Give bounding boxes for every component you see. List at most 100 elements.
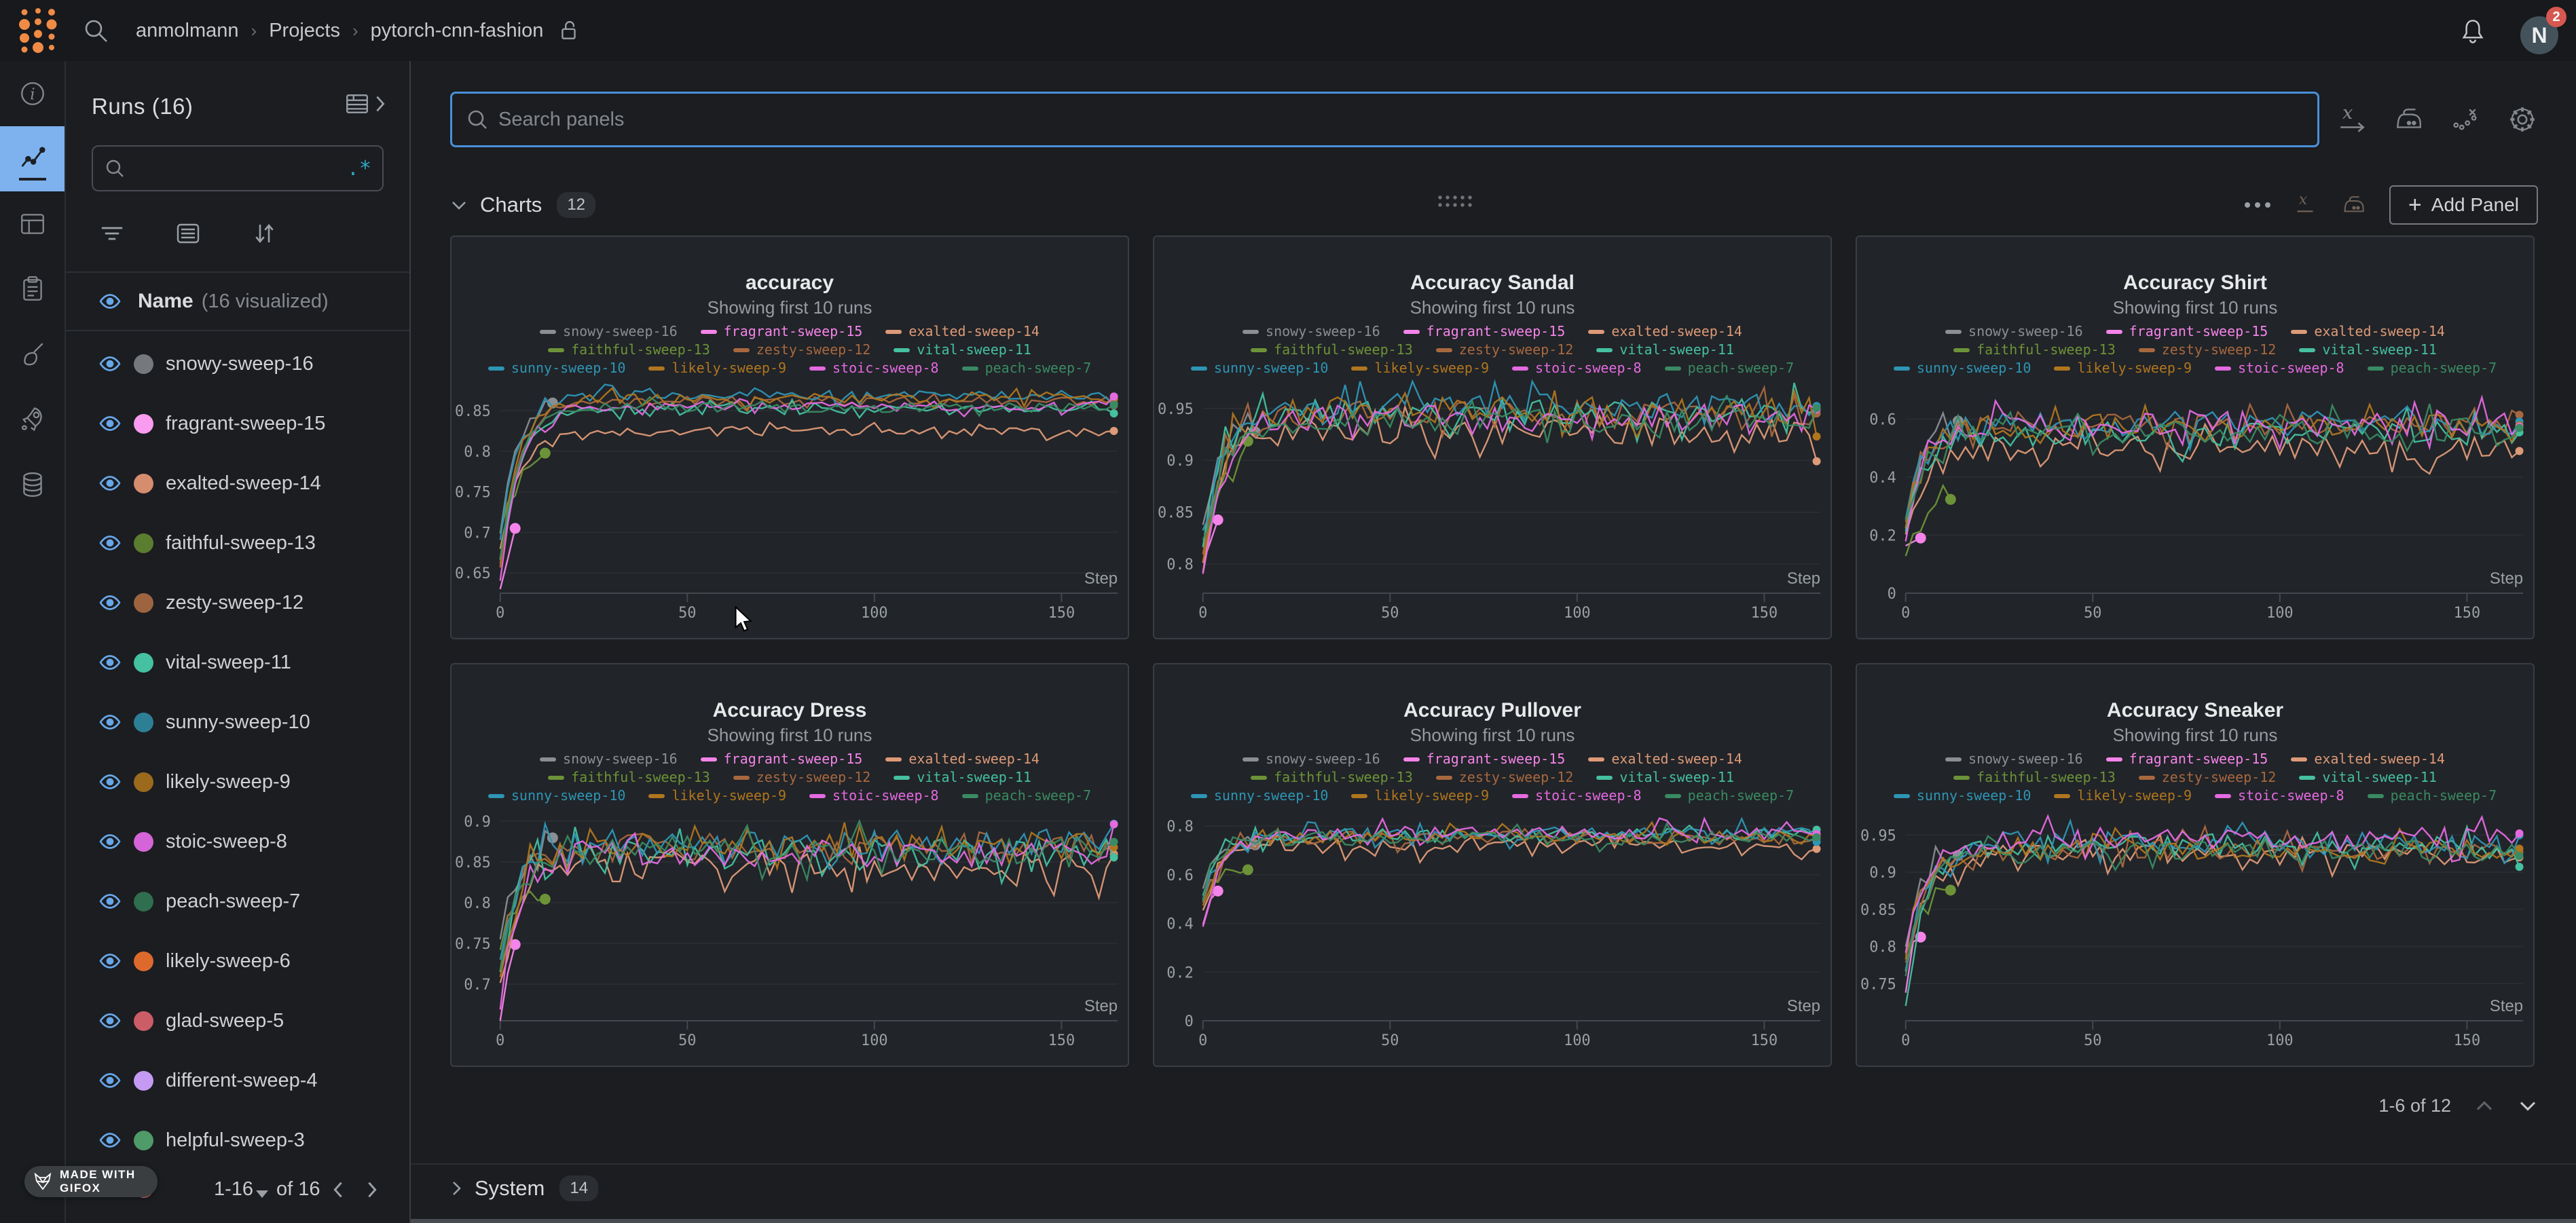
section-smoothing-icon[interactable] (2342, 193, 2366, 217)
legend-item[interactable]: zesty-sweep-12 (1436, 768, 1574, 787)
run-name-label[interactable]: faithful-sweep-13 (166, 532, 316, 554)
add-panel-button[interactable]: + Add Panel (2389, 185, 2538, 225)
legend-item[interactable]: fragrant-sweep-15 (2106, 322, 2268, 341)
run-name-label[interactable]: stoic-sweep-8 (166, 831, 287, 853)
legend-item[interactable]: peach-sweep-7 (1665, 787, 1795, 805)
chart-plot-area[interactable]: 0.70.750.80.850.9050100150Step (452, 805, 1128, 1066)
run-name-label[interactable]: fragrant-sweep-15 (166, 413, 325, 435)
chart-plot-area[interactable]: 0.750.80.850.90.95050100150Step (1857, 805, 2533, 1066)
run-row[interactable]: peach-sweep-7 (66, 871, 409, 931)
legend-item[interactable]: vital-sweep-11 (894, 768, 1031, 787)
visibility-eye-icon[interactable] (97, 474, 124, 492)
run-row[interactable]: zesty-sweep-12 (66, 573, 409, 633)
run-row[interactable]: glad-sweep-5 (66, 991, 409, 1051)
charts-collapse-chevron-icon[interactable] (450, 199, 468, 211)
charts-next-page-chevron-icon[interactable] (2518, 1099, 2538, 1112)
run-row[interactable]: stoic-sweep-8 (66, 812, 409, 871)
legend-item[interactable]: exalted-sweep-14 (1588, 750, 1742, 768)
runs-page-range[interactable]: 1-16 (214, 1178, 253, 1201)
legend-item[interactable]: likely-sweep-9 (648, 359, 786, 377)
run-row[interactable]: sunny-sweep-10 (66, 692, 409, 752)
x-axis-settings-icon[interactable]: x (2338, 105, 2367, 134)
global-search-icon[interactable] (81, 16, 110, 45)
system-section-title[interactable]: System (475, 1176, 545, 1201)
chart-panel[interactable]: Accuracy DressShowing first 10 runssnowy… (450, 663, 1129, 1067)
regex-toggle[interactable]: .* (347, 157, 371, 181)
settings-gear-icon[interactable] (2507, 104, 2538, 135)
legend-item[interactable]: likely-sweep-9 (1351, 787, 1489, 805)
chart-panel[interactable]: Accuracy SneakerShowing first 10 runssno… (1856, 663, 2535, 1067)
legend-item[interactable]: vital-sweep-11 (894, 341, 1031, 359)
legend-item[interactable]: zesty-sweep-12 (733, 768, 871, 787)
run-name-label[interactable]: helpful-sweep-3 (166, 1129, 305, 1152)
legend-item[interactable]: snowy-sweep-16 (540, 750, 678, 768)
visibility-eye-icon[interactable] (97, 773, 124, 791)
run-row[interactable]: fragrant-sweep-15 (66, 394, 409, 453)
run-row[interactable]: snowy-sweep-16 (66, 334, 409, 394)
run-name-label[interactable]: peach-sweep-7 (166, 890, 300, 913)
expand-table-chevron-icon[interactable] (373, 94, 388, 114)
visibility-eye-icon[interactable] (97, 415, 124, 432)
runs-search-input[interactable] (126, 157, 347, 179)
run-name-label[interactable]: snowy-sweep-16 (166, 353, 314, 375)
filter-icon[interactable] (100, 222, 124, 245)
chart-panel[interactable]: Accuracy SandalShowing first 10 runssnow… (1153, 236, 1832, 639)
legend-item[interactable]: sunny-sweep-10 (1191, 359, 1329, 377)
remove-outliers-icon[interactable] (2451, 105, 2480, 134)
group-list-icon[interactable] (176, 222, 200, 245)
legend-item[interactable]: exalted-sweep-14 (2291, 750, 2445, 768)
rail-item-launch[interactable] (0, 387, 65, 452)
notifications-bell-icon[interactable] (2459, 18, 2486, 46)
visibility-eye-icon[interactable] (97, 355, 124, 373)
legend-item[interactable]: stoic-sweep-8 (1512, 359, 1642, 377)
legend-item[interactable]: likely-sweep-9 (2054, 787, 2192, 805)
legend-item[interactable]: snowy-sweep-16 (1243, 322, 1380, 341)
charts-prev-page-chevron-icon[interactable] (2474, 1099, 2495, 1112)
legend-item[interactable]: stoic-sweep-8 (2215, 787, 2344, 805)
breadcrumb-item[interactable]: Projects (269, 20, 340, 42)
legend-item[interactable]: vital-sweep-11 (1596, 341, 1734, 359)
legend-item[interactable]: peach-sweep-7 (2368, 359, 2497, 377)
legend-item[interactable]: zesty-sweep-12 (1436, 341, 1574, 359)
visibility-eye-icon[interactable] (97, 534, 124, 552)
legend-item[interactable]: faithful-sweep-13 (1251, 341, 1413, 359)
rail-item-sweeps[interactable] (0, 322, 65, 387)
legend-item[interactable]: peach-sweep-7 (962, 359, 1092, 377)
legend-item[interactable]: vital-sweep-11 (2299, 768, 2437, 787)
legend-item[interactable]: stoic-sweep-8 (1512, 787, 1642, 805)
legend-item[interactable]: faithful-sweep-13 (548, 341, 710, 359)
visibility-eye-icon[interactable] (97, 654, 124, 671)
visibility-eye-icon[interactable] (97, 833, 124, 850)
chart-plot-area[interactable]: 00.20.40.60.8050100150Step (1154, 805, 1830, 1066)
rail-item-overview[interactable]: i (0, 61, 65, 126)
run-row[interactable]: helpful-sweep-3 (66, 1110, 409, 1170)
visibility-eye-icon[interactable] (97, 713, 124, 731)
legend-item[interactable]: fragrant-sweep-15 (701, 750, 863, 768)
run-name-label[interactable]: sunny-sweep-10 (166, 711, 310, 734)
legend-item[interactable]: peach-sweep-7 (962, 787, 1092, 805)
rail-item-artifacts[interactable] (0, 452, 65, 517)
sort-icon[interactable] (252, 221, 276, 246)
legend-item[interactable]: zesty-sweep-12 (2139, 768, 2277, 787)
visibility-eye-icon[interactable] (97, 1131, 124, 1149)
panel-search-input[interactable] (498, 109, 2304, 131)
chart-panel[interactable]: Accuracy PulloverShowing first 10 runssn… (1153, 663, 1832, 1067)
run-row[interactable]: likely-sweep-9 (66, 752, 409, 812)
legend-item[interactable]: sunny-sweep-10 (488, 787, 626, 805)
legend-item[interactable]: faithful-sweep-13 (1251, 768, 1413, 787)
runs-search-box[interactable]: .* (92, 145, 384, 191)
legend-item[interactable]: vital-sweep-11 (2299, 341, 2437, 359)
section-drag-handle[interactable] (1436, 193, 1474, 210)
runs-prev-page-chevron-icon[interactable] (329, 1180, 347, 1200)
run-name-label[interactable]: glad-sweep-5 (166, 1010, 284, 1032)
legend-item[interactable]: snowy-sweep-16 (1945, 322, 2083, 341)
visibility-eye-icon[interactable] (97, 952, 124, 970)
legend-item[interactable]: sunny-sweep-10 (1191, 787, 1329, 805)
breadcrumb-item[interactable]: anmolmann (136, 20, 239, 42)
run-row[interactable]: vital-sweep-11 (66, 633, 409, 692)
legend-item[interactable]: sunny-sweep-10 (1894, 787, 2031, 805)
legend-item[interactable]: snowy-sweep-16 (540, 322, 678, 341)
run-name-label[interactable]: likely-sweep-6 (166, 950, 291, 973)
legend-item[interactable]: stoic-sweep-8 (809, 359, 939, 377)
chart-panel[interactable]: Accuracy ShirtShowing first 10 runssnowy… (1856, 236, 2535, 639)
